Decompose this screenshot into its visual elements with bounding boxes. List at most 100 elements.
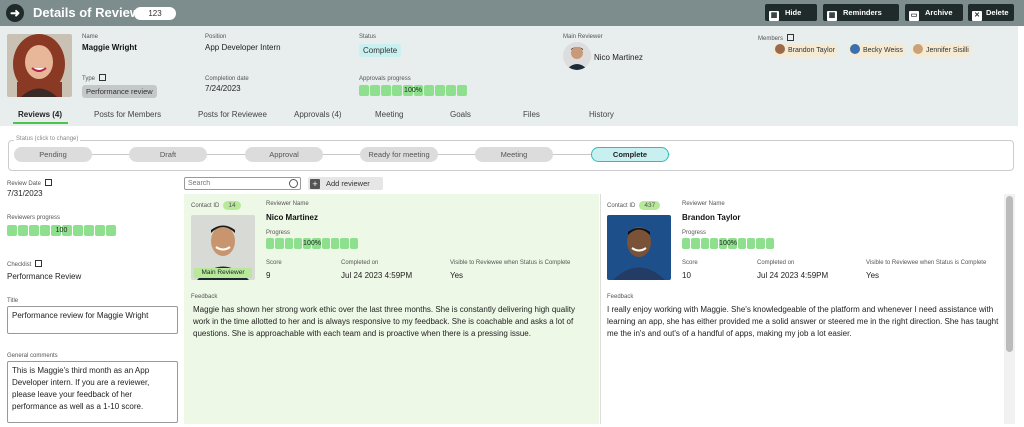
search-field[interactable] (184, 177, 301, 190)
reviewers-progress-bar: 100 (7, 225, 116, 236)
reviewers-progress-label: Reviewers progress (7, 215, 61, 221)
reviewer-card: Contact ID 14 Main Reviewer Reviewer Name… (184, 194, 599, 424)
visible-value: Yes (866, 271, 880, 280)
add-reviewer-button[interactable]: + Add reviewer (308, 177, 383, 190)
name-label: Name (82, 34, 99, 40)
main-reviewer-name: Nico Martinez (594, 53, 643, 62)
member-avatar (913, 44, 923, 54)
step-approval[interactable]: Approval (245, 147, 323, 162)
plus-icon: + (310, 179, 320, 189)
checklist-value: Performance Review (7, 272, 82, 281)
stepper-caption: Status (click to change) (14, 136, 81, 142)
edit-icon[interactable] (99, 74, 107, 81)
progress-label: Progress (682, 230, 707, 236)
title-field[interactable]: Performance review for Maggie Wright (7, 306, 178, 334)
reviewer-card: Contact ID 437 Reviewer Name Brandon Tayl… (600, 194, 1018, 424)
position-value: App Developer Intern (205, 43, 281, 52)
contact-id-badge: 14 (223, 201, 241, 210)
title-label: Title (7, 298, 19, 304)
scrollbar-thumb[interactable] (1006, 196, 1013, 352)
feedback-label: Feedback (607, 294, 634, 300)
main-reviewer-badge: Main Reviewer (194, 268, 252, 278)
search-icon[interactable] (289, 179, 298, 188)
tab-files[interactable]: Files (523, 110, 540, 119)
completed-on-label: Completed on (341, 260, 379, 266)
status-badge: Complete (359, 44, 402, 57)
reviewer-name-label: Reviewer Name (682, 201, 725, 207)
reviewer-progress-bar: 100% (682, 238, 774, 249)
tab-reviews[interactable]: Reviews (4) (18, 110, 62, 119)
approvals-progress-bar: 100% (359, 85, 468, 96)
calendar-icon: ▦ (827, 11, 837, 21)
status-label: Status (359, 34, 377, 40)
main-reviewer-label: Main Reviewer (563, 34, 603, 40)
hide-icon: ▦ (769, 11, 779, 21)
hide-button[interactable]: ▦ Hide (765, 4, 817, 21)
tab-posts-for-members[interactable]: Posts for Members (94, 110, 161, 119)
edit-icon[interactable] (45, 179, 53, 186)
score-label: Score (682, 260, 698, 266)
member-avatar (850, 44, 860, 54)
completion-date-value: 7/24/2023 (205, 84, 241, 93)
score-value: 9 (266, 271, 271, 280)
tab-goals[interactable]: Goals (450, 110, 471, 119)
reviewer-name-label: Reviewer Name (266, 201, 309, 207)
visible-label: Visible to Reviewee when Status is Compl… (450, 260, 571, 266)
review-id-badge: 123 (134, 7, 176, 20)
checklist-label: Checklist (7, 260, 43, 268)
step-ready-for-meeting[interactable]: Ready for meeting (360, 147, 438, 162)
reviewer-name: Nico Martinez (266, 213, 319, 222)
review-date-value: 7/31/2023 (7, 189, 43, 198)
reviewee-avatar (7, 34, 72, 97)
reviewer-name: Brandon Taylor (682, 213, 741, 222)
member-chip[interactable]: Jennifer Sisilli (911, 44, 972, 57)
general-comments-field[interactable]: This is Maggie's third month as an App D… (7, 361, 178, 423)
feedback-text: I really enjoy working with Maggie. She'… (607, 305, 999, 338)
visible-label: Visible to Reviewee when Status is Compl… (866, 260, 987, 266)
member-chip[interactable]: Becky Weiss (848, 44, 906, 57)
page-title: Details of Review (33, 5, 140, 20)
contact-id-label: Contact ID 437 (607, 201, 661, 210)
step-draft[interactable]: Draft (129, 147, 207, 162)
tab-history[interactable]: History (589, 110, 614, 119)
visible-value: Yes (450, 271, 464, 280)
position-label: Position (205, 34, 227, 40)
step-pending[interactable]: Pending (14, 147, 92, 162)
main-reviewer-avatar (563, 42, 591, 70)
member-chip[interactable]: Brandon Taylor (773, 44, 838, 57)
reminders-button[interactable]: ▦ Reminders (823, 4, 899, 21)
active-tab-indicator (13, 122, 68, 124)
contact-id-badge: 437 (639, 201, 661, 210)
search-input[interactable] (185, 178, 285, 189)
score-value: 10 (682, 271, 691, 280)
delete-button[interactable]: ✕ Delete (968, 4, 1014, 21)
contact-id-label: Contact ID 14 (191, 201, 241, 210)
reviewer-photo: Main Reviewer (191, 215, 255, 280)
edit-icon[interactable] (35, 260, 43, 267)
review-date-label: Review Date (7, 179, 53, 187)
completion-date-label: Completion date (205, 76, 249, 82)
general-comments-label: General comments (7, 353, 58, 359)
tab-approvals[interactable]: Approvals (4) (294, 110, 342, 119)
reviewer-progress-bar: 100% (266, 238, 358, 249)
close-icon: ✕ (972, 11, 982, 21)
feedback-label: Feedback (191, 294, 218, 300)
archive-button[interactable]: ▭ Archive (905, 4, 963, 21)
tab-meeting[interactable]: Meeting (375, 110, 403, 119)
archive-icon: ▭ (909, 11, 919, 21)
edit-icon[interactable] (787, 34, 795, 41)
feedback-text: Maggie has shown her strong work ethic o… (193, 305, 575, 338)
step-meeting[interactable]: Meeting (475, 147, 553, 162)
reviewer-photo (607, 215, 671, 280)
approvals-progress-label: Approvals progress (359, 76, 411, 82)
member-avatar (775, 44, 785, 54)
step-complete[interactable]: Complete (591, 147, 669, 162)
completed-on-label: Completed on (757, 260, 795, 266)
completed-on-value: Jul 24 2023 4:59PM (341, 271, 413, 280)
back-arrow-icon[interactable]: ➜ (6, 4, 24, 22)
score-label: Score (266, 260, 282, 266)
members-label: Members (758, 34, 795, 42)
tab-posts-for-reviewee[interactable]: Posts for Reviewee (198, 110, 267, 119)
reviewee-name: Maggie Wright (82, 43, 137, 52)
title-bar: ➜ Details of Review 123 ▦ Hide ▦ Reminders… (0, 0, 1024, 26)
